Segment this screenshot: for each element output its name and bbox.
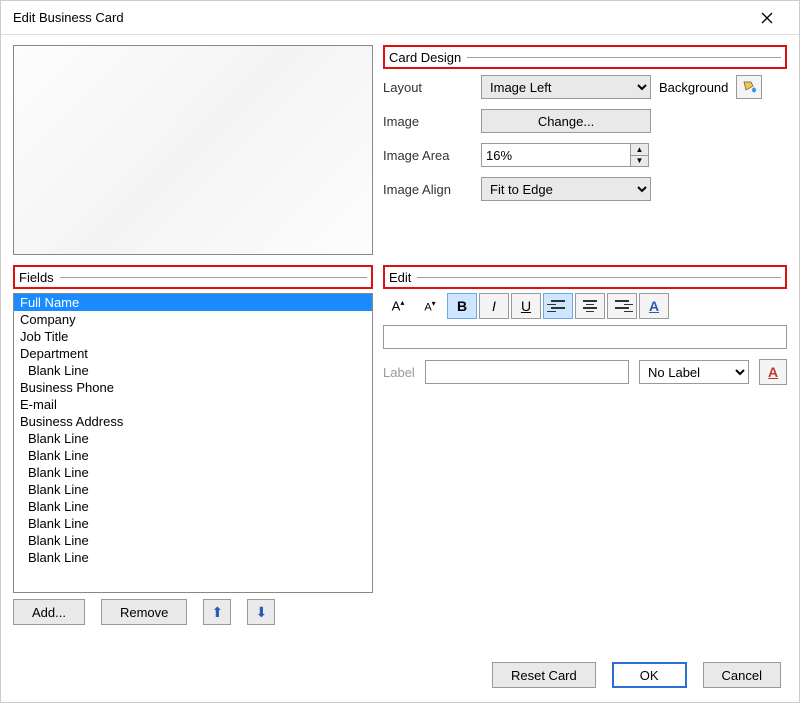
edit-text-input[interactable]	[383, 325, 787, 349]
field-item[interactable]: Blank Line	[14, 362, 372, 379]
ok-button[interactable]: OK	[612, 662, 687, 688]
layout-select[interactable]: Image Left	[481, 75, 651, 99]
field-item[interactable]: Job Title	[14, 328, 372, 345]
dialog-buttons: Reset Card OK Cancel	[492, 662, 781, 688]
edit-highlight: Edit	[383, 265, 787, 289]
field-item[interactable]: Blank Line	[14, 430, 372, 447]
fields-header: Fields	[19, 270, 60, 285]
arrow-up-icon: ⬆	[212, 604, 224, 621]
field-item[interactable]: Department	[14, 345, 372, 362]
field-item[interactable]: Business Address	[14, 413, 372, 430]
align-center-button[interactable]	[575, 293, 605, 319]
align-right-button[interactable]	[607, 293, 637, 319]
background-label: Background	[659, 80, 728, 95]
font-grow-icon: A▴	[392, 298, 405, 313]
field-item[interactable]: Company	[14, 311, 372, 328]
decrease-font-button[interactable]: A▾	[415, 293, 445, 319]
fields-highlight: Fields	[13, 265, 373, 289]
background-color-button[interactable]	[736, 75, 762, 99]
underline-button[interactable]: U	[511, 293, 541, 319]
image-area-spin-up[interactable]: ▲	[631, 144, 648, 156]
field-item[interactable]: Blank Line	[14, 549, 372, 566]
change-image-button[interactable]: Change...	[481, 109, 651, 133]
paint-bucket-icon	[741, 80, 757, 94]
image-area-spin-down[interactable]: ▼	[631, 156, 648, 167]
card-design-section: Card Design Layout Image Left Background	[383, 45, 787, 255]
layout-label: Layout	[383, 80, 473, 95]
field-item[interactable]: Blank Line	[14, 447, 372, 464]
font-shrink-icon: A▾	[424, 299, 435, 314]
field-item[interactable]: Blank Line	[14, 532, 372, 549]
align-left-icon	[544, 294, 572, 318]
move-up-button[interactable]: ⬆	[203, 599, 231, 625]
label-font-color-button[interactable]: A	[759, 359, 787, 385]
label-position-select[interactable]: No Label	[639, 360, 749, 384]
image-area-label: Image Area	[383, 148, 473, 163]
field-item[interactable]: Blank Line	[14, 498, 372, 515]
card-design-highlight: Card Design	[383, 45, 787, 69]
edit-header: Edit	[389, 270, 417, 285]
window-title: Edit Business Card	[13, 10, 124, 25]
titlebar: Edit Business Card	[1, 1, 799, 35]
add-field-button[interactable]: Add...	[13, 599, 85, 625]
fields-list[interactable]: Full NameCompanyJob TitleDepartmentBlank…	[13, 293, 373, 593]
arrow-down-icon: ⬇	[256, 604, 268, 621]
image-area-input[interactable]	[481, 143, 631, 167]
cancel-button[interactable]: Cancel	[703, 662, 781, 688]
align-right-icon	[608, 294, 636, 318]
field-item[interactable]: Blank Line	[14, 464, 372, 481]
font-color-button[interactable]: A	[639, 293, 669, 319]
font-color-icon: A	[649, 298, 659, 314]
bold-button[interactable]: B	[447, 293, 477, 319]
label-input	[425, 360, 629, 384]
close-icon	[761, 12, 773, 24]
reset-card-button[interactable]: Reset Card	[492, 662, 596, 688]
field-item[interactable]: Full Name	[14, 294, 372, 311]
move-down-button[interactable]: ⬇	[247, 599, 275, 625]
card-preview	[13, 45, 373, 255]
field-item[interactable]: E-mail	[14, 396, 372, 413]
align-center-icon	[576, 294, 604, 318]
edit-section: Edit A▴ A▾ B I U	[383, 265, 787, 625]
increase-font-button[interactable]: A▴	[383, 293, 413, 319]
field-item[interactable]: Blank Line	[14, 481, 372, 498]
field-item[interactable]: Business Phone	[14, 379, 372, 396]
font-color-red-icon: A	[768, 364, 778, 380]
align-left-button[interactable]	[543, 293, 573, 319]
fields-section: Fields Full NameCompanyJob TitleDepartme…	[13, 265, 373, 625]
dialog-edit-business-card: Edit Business Card Card Design Layout	[0, 0, 800, 703]
italic-button[interactable]: I	[479, 293, 509, 319]
label-caption: Label	[383, 365, 415, 380]
remove-field-button[interactable]: Remove	[101, 599, 187, 625]
edit-toolbar: A▴ A▾ B I U	[383, 293, 787, 319]
image-align-select[interactable]: Fit to Edge	[481, 177, 651, 201]
image-label: Image	[383, 114, 473, 129]
card-design-header: Card Design	[389, 50, 467, 65]
field-item[interactable]: Blank Line	[14, 515, 372, 532]
close-button[interactable]	[747, 4, 787, 32]
image-align-label: Image Align	[383, 182, 473, 197]
